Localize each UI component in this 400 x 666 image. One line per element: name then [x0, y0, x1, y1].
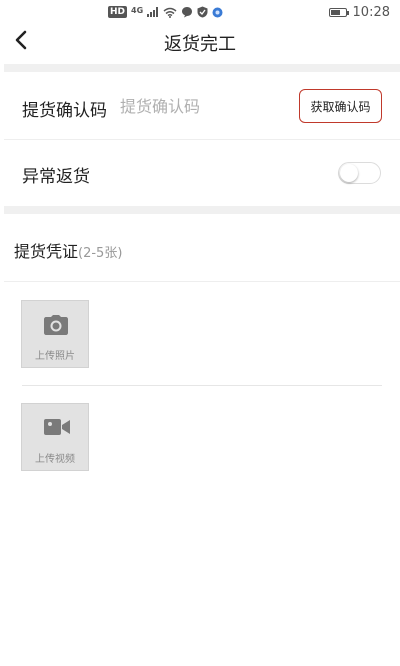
video-camera-icon: [44, 419, 70, 435]
camera-icon: [44, 315, 68, 335]
status-bar: HD 4G 10:28: [0, 0, 400, 24]
voucher-title-line: 提货凭证(2-5张): [14, 238, 122, 262]
abnormal-return-label: 异常返货: [22, 167, 90, 187]
abnormal-return-toggle[interactable]: [338, 162, 381, 184]
chat-bubble-icon: [182, 7, 193, 18]
page-title: 返货完工: [164, 34, 236, 55]
abnormal-return-row: 异常返货: [4, 140, 400, 206]
toggle-knob: [340, 164, 358, 182]
upload-video-button[interactable]: 上传视频: [21, 403, 89, 471]
confirmation-code-input[interactable]: [120, 94, 290, 118]
shield-check-icon: [197, 6, 208, 18]
network-type: 4G: [131, 5, 144, 15]
upload-video-label: 上传视频: [35, 454, 75, 465]
section-gap: [4, 206, 400, 214]
upload-photo-label: 上传照片: [35, 351, 75, 362]
signal-icon: [147, 7, 159, 17]
confirmation-code-label: 提货确认码: [22, 101, 107, 121]
hd-badge: HD: [108, 6, 128, 18]
confirmation-code-row: 提货确认码 获取确认码: [4, 72, 400, 140]
status-time: 10:28: [352, 5, 390, 20]
pickup-voucher-header: 提货凭证(2-5张): [4, 214, 400, 282]
battery-icon: [328, 8, 349, 17]
section-gap: [4, 64, 400, 72]
wifi-icon: [163, 7, 177, 18]
status-right: 10:28: [328, 5, 390, 20]
voucher-title: 提货凭证: [14, 242, 79, 261]
voucher-count-hint: (2-5张): [78, 246, 123, 261]
get-code-button[interactable]: 获取确认码: [299, 89, 382, 123]
nav-bar: 返货完工: [0, 24, 400, 64]
app-notification-icon: [212, 7, 223, 17]
upload-photo-button[interactable]: 上传照片: [21, 300, 89, 368]
status-icons: HD 4G: [108, 6, 223, 18]
upload-divider: [22, 385, 382, 386]
